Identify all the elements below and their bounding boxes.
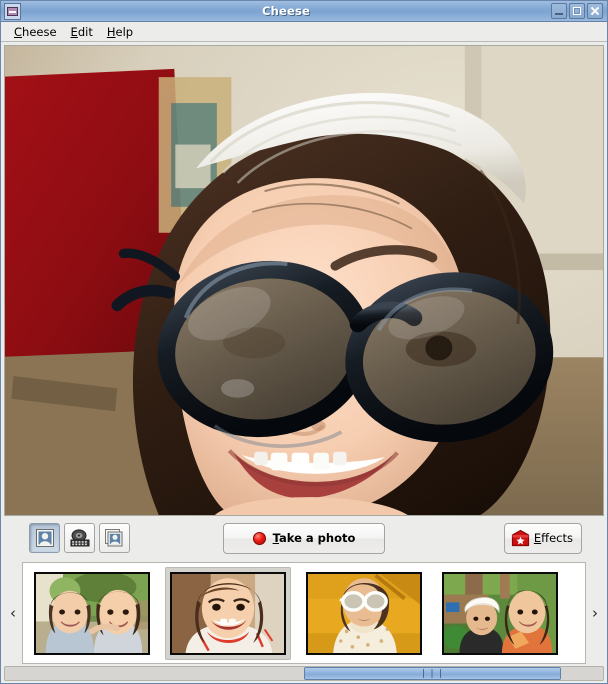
thumb-girl-white-sunglasses[interactable] (301, 567, 427, 660)
photo-mode-button[interactable] (29, 523, 60, 553)
control-bar: Take a photo Effects (1, 516, 607, 560)
thumb-laughing-girl-red-shirt[interactable] (165, 566, 291, 660)
take-photo-label: Take a photo (272, 531, 356, 545)
take-photo-button[interactable]: Take a photo (223, 522, 385, 554)
title-bar: Cheese (1, 1, 607, 22)
record-dot-icon (252, 531, 266, 545)
capture-mode-group (29, 523, 130, 553)
effects-button[interactable]: Effects (503, 522, 582, 554)
thumb-two-sisters-outdoors[interactable] (437, 567, 563, 660)
webcam-preview[interactable] (4, 45, 604, 516)
thumbnail-scrollbar-thumb[interactable]: ❘❘❘ (304, 667, 562, 680)
thumbnail-next-arrow[interactable]: › (586, 560, 604, 666)
cheese-app-icon (4, 2, 21, 20)
effects-toolbox-icon (511, 529, 529, 547)
close-icon[interactable] (587, 3, 603, 19)
effects-label: Effects (533, 531, 573, 545)
minimize-icon[interactable] (551, 3, 567, 19)
burst-photos-icon (104, 529, 122, 547)
video-mode-button[interactable] (64, 523, 95, 553)
photo-icon (35, 529, 54, 547)
menu-bar: Cheese Edit Help (1, 22, 607, 42)
scrollbar-grip: ❘❘❘ (419, 668, 446, 679)
menu-item-help[interactable]: Help (100, 23, 140, 41)
thumbnail-strip-container: ‹ › (1, 560, 607, 666)
thumbnail-prev-arrow[interactable]: ‹ (4, 560, 22, 666)
scrollbar-row: ❘❘❘ (1, 666, 607, 683)
webcam-preview-image (5, 46, 603, 515)
viewfinder-container (1, 42, 607, 516)
window-title: Cheese (261, 3, 311, 18)
cheese-window: Cheese Cheese Edit Help Take a photo Eff… (0, 0, 608, 684)
burst-mode-button[interactable] (99, 523, 130, 553)
thumbnail-scrollbar-track[interactable]: ❘❘❘ (4, 666, 604, 681)
menu-item-cheese[interactable]: Cheese (7, 23, 64, 41)
film-reel-icon (70, 529, 89, 547)
thumb-two-girls-outdoors[interactable] (29, 567, 155, 660)
menu-item-edit[interactable]: Edit (64, 23, 100, 41)
maximize-icon[interactable] (569, 3, 585, 19)
window-buttons (551, 3, 603, 19)
thumbnail-strip (22, 562, 586, 664)
